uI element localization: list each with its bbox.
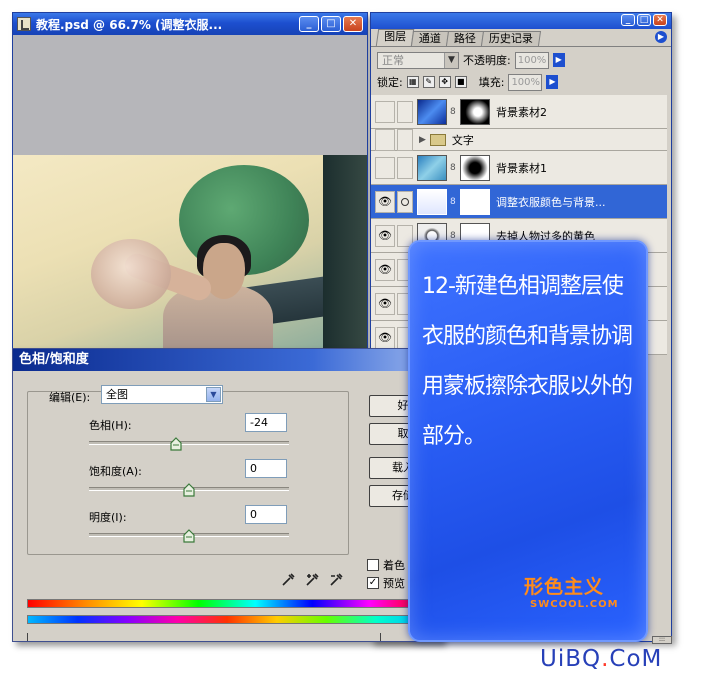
minimize-button[interactable]: _ [299,16,319,32]
saturation-label: 饱和度(A): [89,465,142,478]
range-marker[interactable] [375,633,381,641]
edit-label: 编辑(E): [49,391,91,404]
tab-paths[interactable]: 路径 [445,31,485,46]
range-marker[interactable] [27,633,33,641]
hue-input[interactable]: -24 [245,413,287,432]
layer-name: 背景素材2 [496,105,547,119]
colorize-checkbox-row[interactable]: 着色 [367,557,405,573]
brush-mask-toggle[interactable] [397,190,413,213]
saturation-slider-thumb[interactable] [183,483,195,497]
preview-checkbox[interactable]: ✓ [367,577,379,589]
layer-mask-thumbnail[interactable] [460,154,490,181]
canvas-pasteboard[interactable] [13,35,367,155]
lock-label: 锁定: [377,76,403,89]
layer-name: 文字 [451,133,474,147]
chevron-down-icon: ▼ [206,387,221,402]
eye-icon[interactable]: 👁 [375,258,395,281]
document-title-bar[interactable]: 教程.psd @ 66.7% (调整衣服... _ □ ✕ [13,13,367,35]
fill-field[interactable]: 100% [508,73,543,91]
opacity-arrow-icon[interactable]: ▶ [552,53,565,67]
layer-thumbnail [417,98,447,125]
layer-row[interactable]: 8 背景素材2 [371,95,667,129]
dialog-title[interactable]: 色相/饱和度 [13,349,441,371]
lock-brush-icon[interactable]: ✎ [422,76,435,88]
saturation-input[interactable]: 0 [245,459,287,478]
tutorial-caption-panel: 12-新建色相调整层使衣服的颜色和背景协调用蒙板擦除衣服以外的部分。 形色主义 … [408,240,648,642]
lightness-input[interactable]: 0 [245,505,287,524]
canvas-photo[interactable] [13,155,367,351]
folder-icon [429,133,446,146]
adjusted-spectrum-bar [27,615,427,624]
eye-icon[interactable]: 👁 [375,292,395,315]
hue-slider-track[interactable] [89,441,289,445]
eye-icon[interactable]: 👁 [375,326,395,349]
eye-icon[interactable]: 👁 [375,190,395,213]
link-toggle[interactable] [397,100,413,123]
photo-tree-trunk [323,155,367,351]
layer-thumbnail [417,154,447,181]
opacity-field[interactable]: 100% [514,51,549,69]
lightness-slider-thumb[interactable] [183,529,195,543]
close-button[interactable]: ✕ [343,16,363,32]
layer-row[interactable]: 8 背景素材1 [371,151,667,185]
chain-link-icon: 8 [450,230,456,241]
fill-label: 填充: [478,76,505,89]
visibility-toggle[interactable] [375,156,395,179]
panel-close-button[interactable]: ✕ [653,14,667,26]
lock-all-icon[interactable]: ■ [454,76,467,88]
mask-circle-icon [401,197,409,206]
fill-arrow-icon[interactable]: ▶ [546,75,559,89]
visibility-toggle[interactable] [375,100,395,123]
panel-maximize-button[interactable]: □ [637,14,651,26]
document-title: 教程.psd @ 66.7% (调整衣服... [36,17,223,32]
panel-tabs: 图层 通道 路径 历史记录 ▶ [371,29,671,47]
tab-channels[interactable]: 通道 [410,31,450,46]
chevron-down-icon: ▼ [444,52,458,68]
edit-select[interactable]: 全图 ▼ [101,385,223,404]
hue-slider-thumb[interactable] [169,437,182,451]
layer-mask-thumbnail[interactable] [460,98,490,125]
hue-label: 色相(H): [89,419,132,432]
opacity-label: 不透明度: [463,54,511,67]
lightness-label: 明度(I): [89,511,127,524]
photoshop-document-icon [17,17,31,31]
expand-arrow-icon[interactable]: ▶ [419,135,426,145]
photo-glass-bowl [91,239,171,309]
blend-mode-select[interactable]: 正常 ▼ [377,51,459,69]
preview-checkbox-row[interactable]: ✓ 预览 [367,575,405,591]
visibility-toggle[interactable] [375,128,395,151]
chain-link-icon: 8 [450,196,456,207]
layer-name: 调整衣服颜色与背景... [496,195,606,209]
adjustment-layer-icon [417,188,447,215]
chain-link-icon: 8 [450,106,456,117]
layer-group-row[interactable]: ▶ 文字 [371,128,667,151]
panel-menu-arrow-icon[interactable]: ▶ [655,31,667,43]
maximize-button[interactable]: □ [321,16,341,32]
colorize-checkbox[interactable] [367,559,379,571]
eyedropper-minus-icon[interactable] [329,571,345,587]
eyedropper-plus-icon[interactable] [305,571,321,587]
tutorial-caption: 12-新建色相调整层使衣服的颜色和背景协调用蒙板擦除衣服以外的部分。 [422,274,633,449]
site-logo-cn: 形色主义 [524,576,605,598]
hue-saturation-dialog: 色相/饱和度 编辑(E): 全图 ▼ 色相(H): -24 饱和度(A): 0 … [12,348,442,642]
panel-minimize-button[interactable]: _ [621,14,635,26]
lock-move-icon[interactable]: ✥ [438,76,451,88]
tab-history[interactable]: 历史记录 [480,31,542,46]
chain-link-icon: 8 [450,162,456,173]
resize-grip-icon[interactable]: ::: [652,636,672,644]
layers-panel-title-bar[interactable]: _ □ ✕ [371,13,671,29]
layer-name: 背景素材1 [496,161,547,175]
document-window: 教程.psd @ 66.7% (调整衣服... _ □ ✕ [12,12,368,352]
lock-transparency-icon[interactable]: ▦ [406,76,419,88]
tab-layers[interactable]: 图层 [375,29,415,46]
link-toggle[interactable] [397,128,413,151]
site-logo-en: SWCOOL.COM [530,599,619,610]
eye-icon[interactable]: 👁 [375,224,395,247]
layer-row-selected[interactable]: 👁 8 调整衣服颜色与背景... [371,185,667,219]
layer-mask-thumbnail[interactable] [460,188,490,215]
watermark: UiBQ.CoM [540,646,663,672]
color-spectrum-bar [27,599,427,608]
eyedropper-icon[interactable] [281,571,297,587]
link-toggle[interactable] [397,156,413,179]
